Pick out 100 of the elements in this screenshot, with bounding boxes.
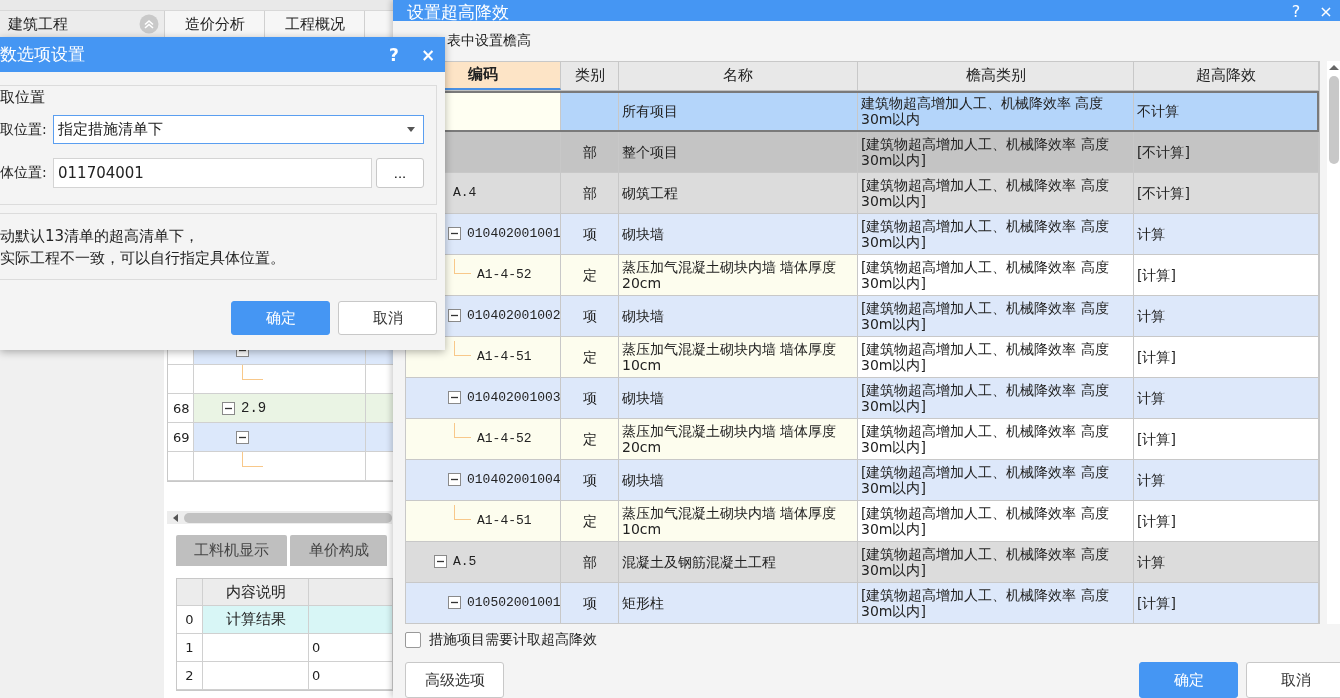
table-row[interactable]: 010502001001 项 矩形柱 [建筑物超高增加人工、机械降效率 高度30m以内] [计算]: [406, 582, 1319, 623]
table-cell: [建筑物超高增加人工、机械降效率 高度30m以内]: [858, 295, 1134, 336]
table-cell: 计算: [1134, 295, 1319, 336]
table-cell: 混凝土及钢筋混凝土工程: [619, 541, 858, 582]
dialog-title: 数选项设置: [0, 43, 86, 66]
table-row[interactable]: A1-4-52 定 蒸压加气混凝土砌块内墙 墙体厚度20cm [建筑物超高增加人工、机械降效率 高度30m以内] [计算]: [406, 418, 1319, 460]
table-cell: [建筑物超高增加人工、机械降效率 高度30m以内]: [858, 459, 1134, 500]
code-label: 010402001001: [467, 225, 560, 242]
field-label: 取位置:: [0, 120, 48, 139]
collapse-icon[interactable]: [448, 391, 461, 404]
tree-line: [242, 364, 263, 380]
dropdown[interactable]: 指定措施清单下: [53, 115, 424, 144]
column-header[interactable]: 名称: [619, 61, 858, 90]
group-label: 取位置: [0, 88, 46, 108]
note-text: 实际工程不一致，可以自行指定具体位置。: [0, 248, 286, 269]
advanced-options-button[interactable]: 高级选项: [405, 662, 504, 698]
column-header[interactable]: 檐高类别: [858, 61, 1134, 90]
table-row[interactable]: A1-4-52 定 蒸压加气混凝土砌块内墙 墙体厚度20cm [建筑物超高增加人工、机械降效率 高度30m以内] [计算]: [406, 254, 1319, 296]
table-cell: [计算]: [1134, 582, 1319, 623]
collapse-icon[interactable]: [222, 401, 235, 415]
table-cell: 计算: [1134, 541, 1319, 582]
table-cell: 计算结果: [203, 606, 309, 633]
table-cell: 蒸压加气混凝土砌块内墙 墙体厚度20cm: [619, 254, 858, 295]
table-cell: [建筑物超高增加人工、机械降效率 高度30m以内]: [858, 377, 1134, 418]
table-cell: 部: [561, 131, 619, 172]
table-row[interactable]: A1-4-51 定 蒸压加气混凝土砌块内墙 墙体厚度10cm [建筑物超高增加人工、机械降效率 高度30m以内] [计算]: [406, 500, 1319, 542]
table-cell: 项: [561, 459, 619, 500]
column-header[interactable]: 类别: [561, 61, 619, 90]
table-cell: 整个项目: [619, 131, 858, 172]
code-label: 010502001001: [467, 594, 560, 611]
cancel-button[interactable]: 取消: [1246, 662, 1340, 698]
code-label: A.5: [453, 553, 477, 570]
table-cell: 项: [561, 582, 619, 623]
table-cell: 定: [561, 254, 619, 295]
table-cell: 砌筑工程: [619, 172, 858, 213]
code-label: A1-4-52: [477, 430, 532, 447]
tab[interactable]: 造价分析: [165, 11, 265, 37]
horizontal-scrollbar[interactable]: [167, 511, 392, 524]
code-label: 010402001003: [467, 389, 560, 406]
table-cell: [建筑物超高增加人工、机械降效率 高度30m以内]: [858, 172, 1134, 213]
collapse-icon[interactable]: [434, 555, 447, 568]
tree-line: [242, 451, 263, 467]
cancel-button[interactable]: 取消: [338, 301, 437, 335]
table-cell: 定: [561, 418, 619, 459]
table-cell: [建筑物超高增加人工、机械降效率 高度30m以内]: [858, 541, 1134, 582]
table-cell: 项: [561, 213, 619, 254]
table-row[interactable]: A.5 部 混凝土及钢筋混凝土工程 [建筑物超高增加人工、机械降效率 高度30m以内] 计算: [406, 541, 1319, 583]
tab[interactable]: 单价构成: [290, 535, 387, 566]
table-cell: [建筑物超高增加人工、机械降效率 高度30m以内]: [858, 213, 1134, 254]
code-label: A1-4-52: [477, 266, 532, 283]
table-cell: 蒸压加气混凝土砌块内墙 墙体厚度10cm: [619, 500, 858, 541]
table-cell: 砌块墙: [619, 377, 858, 418]
column-header[interactable]: 超高降效: [1134, 61, 1319, 90]
panel-title: 建筑工程: [8, 14, 68, 34]
table-cell: 砌块墙: [619, 459, 858, 500]
tab[interactable]: 工程概况: [265, 11, 365, 37]
table-cell: 部: [561, 541, 619, 582]
table-cell: [不计算]: [1134, 131, 1319, 172]
checkbox-label: 措施项目需要计取超高降效: [429, 631, 597, 650]
field-label: 体位置:: [0, 164, 48, 182]
table-cell: 不计算: [1134, 90, 1319, 131]
tab[interactable]: 工料机显示: [176, 535, 287, 566]
table-cell: 建筑物超高增加人工、机械降效率 高度30m以内: [858, 90, 1134, 131]
input-field[interactable]: 011704001: [53, 158, 372, 188]
table-row[interactable]: 010402001004 项 砌块墙 [建筑物超高增加人工、机械降效率 高度30m以内] 计算: [406, 459, 1319, 501]
table-row[interactable]: 010402001003 项 砌块墙 [建筑物超高增加人工、机械降效率 高度30m以内] 计算: [406, 377, 1319, 419]
code-label: 010402001004: [467, 471, 560, 488]
table-cell: 砌块墙: [619, 295, 858, 336]
table-cell: 定: [561, 336, 619, 377]
dialog-title: 设置超高降效: [406, 3, 510, 22]
row-number: 2: [177, 662, 203, 689]
table-cell: 砌块墙: [619, 213, 858, 254]
table-cell: 所有项目: [619, 90, 858, 131]
table-row[interactable]: A1-4-51 定 蒸压加气混凝土砌块内墙 墙体厚度10cm [建筑物超高增加人工、机械降效率 高度30m以内] [计算]: [406, 336, 1319, 378]
table-cell: [不计算]: [1134, 172, 1319, 213]
collapse-icon[interactable]: [448, 473, 461, 486]
tree-node-label: 2.9: [241, 400, 267, 416]
table-cell: 蒸压加气混凝土砌块内墙 墙体厚度20cm: [619, 418, 858, 459]
checkbox[interactable]: [405, 632, 421, 649]
caption-text: 表中设置檐高: [447, 32, 531, 50]
table-cell: 计算: [1134, 377, 1319, 418]
collapse-icon[interactable]: [448, 227, 461, 240]
table-cell: 定: [561, 500, 619, 541]
column-header: 内容说明: [203, 579, 309, 605]
table-cell: 计算: [1134, 459, 1319, 500]
note-text: 动默认13清单的超高清单下，: [0, 226, 201, 247]
code-label: 010402001002: [467, 307, 560, 324]
code-label: A1-4-51: [477, 348, 532, 365]
table-cell: 部: [561, 172, 619, 213]
vertical-scrollbar[interactable]: [1327, 60, 1340, 624]
collapse-icon[interactable]: [448, 309, 461, 322]
table-cell: 蒸压加气混凝土砌块内墙 墙体厚度10cm: [619, 336, 858, 377]
collapse-icon[interactable]: [236, 430, 249, 444]
table-cell: 项: [561, 295, 619, 336]
table-cell: [建筑物超高增加人工、机械降效率 高度30m以内]: [858, 582, 1134, 623]
table-cell: 计算: [1134, 213, 1319, 254]
browse-button[interactable]: ...: [376, 158, 424, 188]
collapse-icon[interactable]: [448, 596, 461, 609]
row-number: 1: [177, 634, 203, 661]
code-label: A.4: [453, 184, 477, 201]
